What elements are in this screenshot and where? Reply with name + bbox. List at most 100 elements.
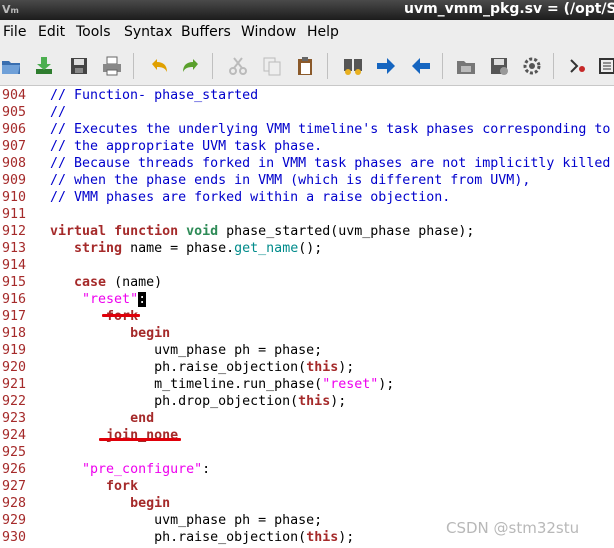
code-line: 919 uvm_phase ph = phase; xyxy=(0,342,614,359)
forward-arrow-icon[interactable] xyxy=(375,55,397,77)
print-icon[interactable] xyxy=(101,55,123,77)
run-script-icon[interactable] xyxy=(521,55,543,77)
line-number: 913 xyxy=(2,241,27,256)
code-line: 906 // Executes the underlying VMM timeli… xyxy=(0,121,614,138)
code-token: m_timeline.run_phase( xyxy=(50,377,323,392)
code-token: ); xyxy=(378,377,395,392)
toolbar-separator xyxy=(133,53,134,79)
line-code: // VMM phases are forked within a raise … xyxy=(50,189,450,206)
redo-icon[interactable] xyxy=(180,55,202,77)
line-number: 922 xyxy=(2,394,27,409)
paste-icon[interactable] xyxy=(294,55,316,77)
code-line: 915 case (name) xyxy=(0,274,614,291)
code-token: name = phase. xyxy=(122,241,235,256)
menu-file[interactable]: File xyxy=(3,24,26,40)
line-number: 916 xyxy=(2,292,27,307)
line-number: 921 xyxy=(2,377,27,392)
line-code: end xyxy=(50,410,154,427)
menu-edit[interactable]: Edit xyxy=(38,24,65,40)
line-number: 923 xyxy=(2,411,27,426)
line-number: 925 xyxy=(2,445,27,460)
code-token: begin xyxy=(130,496,171,511)
line-code: // the appropriate UVM task phase. xyxy=(50,138,322,155)
back-arrow-icon[interactable] xyxy=(410,55,432,77)
code-token: // Function- phase_started xyxy=(50,88,259,103)
download-icon[interactable] xyxy=(33,55,55,77)
code-line: 928 begin xyxy=(0,495,614,512)
code-token: (); xyxy=(298,241,323,256)
line-code: // xyxy=(50,104,66,121)
line-code: ph.raise_objection(this); xyxy=(50,359,354,376)
code-token: ); xyxy=(330,394,347,409)
text-cursor: : xyxy=(138,292,147,307)
copy-icon[interactable] xyxy=(261,55,283,77)
cut-icon[interactable] xyxy=(227,55,249,77)
code-token: phase_started( xyxy=(218,224,339,239)
code-line: 926 "pre_configure": xyxy=(0,461,614,478)
line-number: 930 xyxy=(2,530,27,545)
toolbar-separator xyxy=(327,53,328,79)
code-token: case xyxy=(74,275,107,290)
make-icon[interactable] xyxy=(567,55,589,77)
load-session-icon[interactable] xyxy=(455,55,477,77)
line-number: 904 xyxy=(2,88,27,103)
toolbar-separator xyxy=(442,53,443,79)
code-token: virtual xyxy=(50,224,107,239)
line-code: string name = phase.get_name(); xyxy=(50,240,322,257)
line-code: m_timeline.run_phase("reset"); xyxy=(50,376,394,393)
line-number: 905 xyxy=(2,105,27,120)
menu-syntax[interactable]: Syntax xyxy=(124,24,172,40)
line-number: 908 xyxy=(2,156,27,171)
line-number: 907 xyxy=(2,139,27,154)
code-token: this xyxy=(306,530,339,545)
menu-help[interactable]: Help xyxy=(307,24,339,40)
vim-icon: Vm xyxy=(2,3,19,16)
save-icon[interactable] xyxy=(68,55,90,77)
ctags-icon[interactable] xyxy=(598,55,614,77)
line-number: 920 xyxy=(2,360,27,375)
code-token: // the appropriate UVM task phase. xyxy=(50,139,323,154)
code-line: 913 string name = phase.get_name(); xyxy=(0,240,614,257)
find-replace-icon[interactable] xyxy=(342,55,364,77)
code-token: "reset" xyxy=(322,377,379,392)
undo-icon[interactable] xyxy=(148,55,170,77)
code-token: // xyxy=(50,105,67,120)
line-code: // Because threads forked in VMM task ph… xyxy=(50,155,610,172)
code-token: ); xyxy=(458,224,475,239)
code-token: this xyxy=(306,360,339,375)
menu-tools[interactable]: Tools xyxy=(76,24,111,40)
code-token: ); xyxy=(338,530,355,545)
code-line: 918 begin xyxy=(0,325,614,342)
menu-bar: File Edit Tools Syntax Buffers Window He… xyxy=(0,20,614,45)
open-folder-icon[interactable] xyxy=(0,55,22,77)
menu-window[interactable]: Window xyxy=(241,24,296,40)
code-line: 921 m_timeline.run_phase("reset"); xyxy=(0,376,614,393)
toolbar xyxy=(0,45,614,86)
code-token: uvm_phase ph = phase; xyxy=(50,513,323,528)
code-line: 925 xyxy=(0,444,614,461)
line-code: virtual function void phase_started(uvm_… xyxy=(50,223,474,240)
code-token: // when the phase ends in VMM (which is … xyxy=(50,173,531,188)
menu-buffers[interactable]: Buffers xyxy=(181,24,231,40)
save-session-icon[interactable] xyxy=(488,55,510,77)
line-code: uvm_phase ph = phase; xyxy=(50,512,322,529)
code-token: (name) xyxy=(106,275,163,290)
line-code: fork xyxy=(50,478,138,495)
code-token: : xyxy=(202,462,211,477)
code-editor[interactable]: 904 // Function- phase_started 905 // 906 // … xyxy=(0,86,614,548)
line-number: 910 xyxy=(2,190,27,205)
code-line: 910 // VMM phases are forked within a rai… xyxy=(0,189,614,206)
line-code: ph.drop_objection(this); xyxy=(50,393,346,410)
code-token: get_name xyxy=(234,241,299,256)
code-token: end xyxy=(130,411,155,426)
code-token: "pre_configure" xyxy=(82,462,203,477)
toolbar-separator xyxy=(212,53,213,79)
